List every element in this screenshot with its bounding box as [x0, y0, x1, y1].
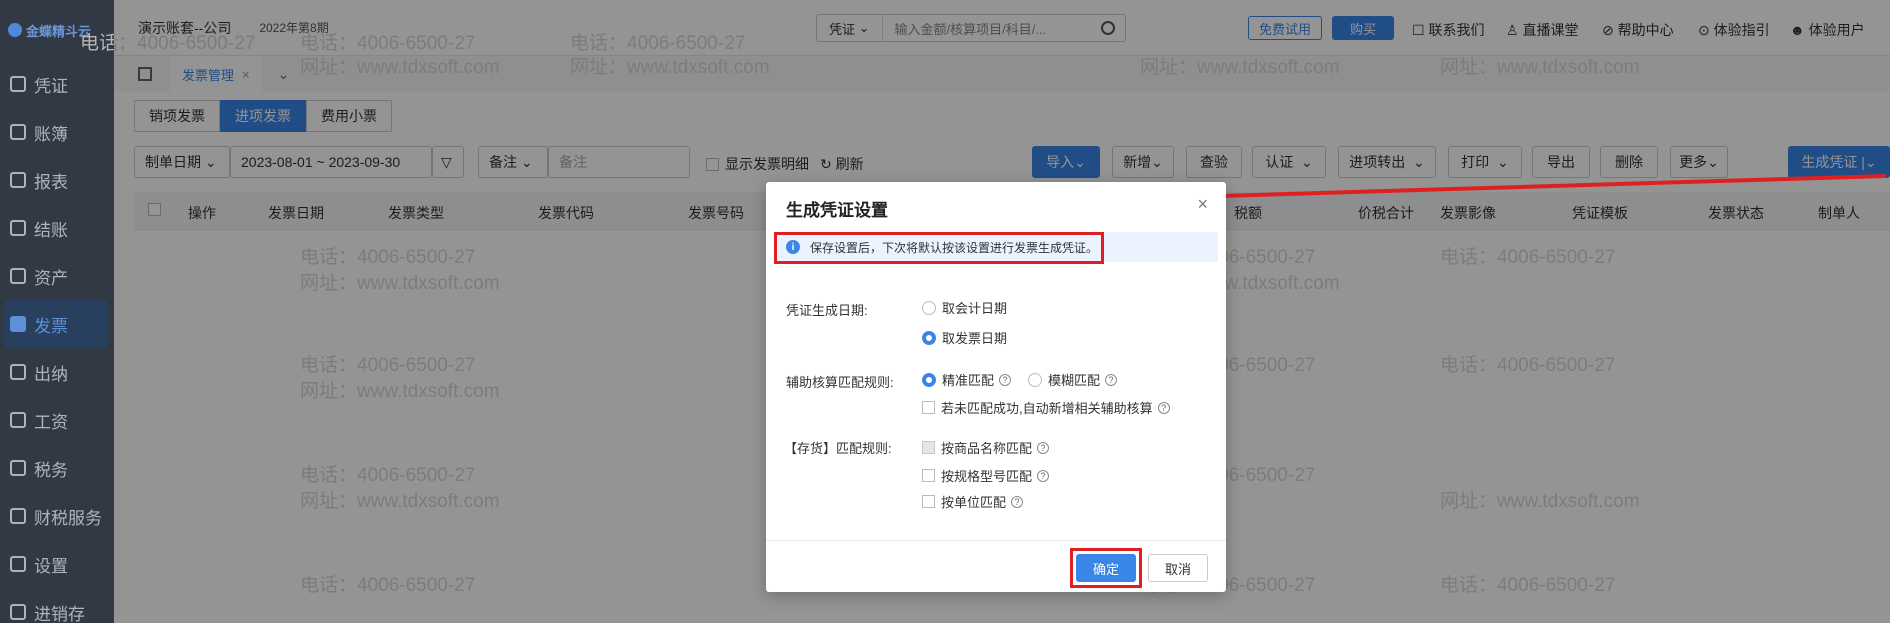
radio-label: 取发票日期 — [942, 331, 1008, 346]
match-by-spec-checkbox[interactable]: 按规格型号匹配? — [922, 466, 1050, 485]
inventory-match-label: 【存货】匹配规则: — [784, 441, 892, 456]
radio-label: 精准匹配 — [942, 373, 995, 388]
checkbox-label: 若未匹配成功,自动新增相关辅助核算 — [941, 401, 1153, 416]
radio-circle[interactable] — [922, 330, 936, 345]
checkbox-box[interactable] — [922, 495, 935, 508]
help-icon[interactable]: ? — [1011, 495, 1024, 508]
radio-circle[interactable] — [922, 372, 936, 387]
auto-add-aux-checkbox[interactable]: 若未匹配成功,自动新增相关辅助核算? — [922, 398, 1170, 417]
dialog-footer — [766, 540, 1226, 541]
radio-exact-match[interactable]: 精准匹配? — [922, 370, 1012, 389]
aux-match-label: 辅助核算匹配规则: — [786, 375, 894, 390]
close-icon[interactable]: × — [1197, 194, 1208, 215]
checkbox-label: 按单位匹配 — [941, 495, 1007, 510]
radio-invoice-date[interactable]: 取发票日期 — [922, 328, 1007, 347]
radio-fuzzy-match[interactable]: 模糊匹配? — [1028, 370, 1118, 389]
match-by-unit-checkbox[interactable]: 按单位匹配? — [922, 492, 1024, 511]
radio-circle[interactable] — [1028, 372, 1042, 387]
help-icon[interactable]: ? — [1157, 401, 1170, 414]
help-icon[interactable]: ? — [1037, 469, 1050, 482]
checkbox-box[interactable] — [922, 401, 935, 414]
help-icon[interactable]: ? — [1105, 373, 1118, 386]
generate-voucher-settings-dialog: 生成凭证设置 × i 保存设置后，下次将默认按该设置进行发票生成凭证。 凭证生成… — [766, 182, 1226, 592]
checkbox-label: 按商品名称匹配 — [941, 441, 1033, 456]
radio-circle[interactable] — [922, 300, 936, 315]
match-by-product-name-checkbox: 按商品名称匹配? — [922, 438, 1050, 457]
radio-accounting-date[interactable]: 取会计日期 — [922, 298, 1007, 317]
cancel-button[interactable]: 取消 — [1148, 554, 1208, 582]
voucher-date-label: 凭证生成日期: — [786, 303, 868, 318]
checkbox-box — [922, 441, 935, 454]
radio-label: 取会计日期 — [942, 301, 1008, 316]
confirm-highlight-box — [1070, 548, 1142, 588]
checkbox-box[interactable] — [922, 469, 935, 482]
radio-label: 模糊匹配 — [1048, 373, 1101, 388]
help-icon[interactable]: ? — [999, 373, 1012, 386]
dialog-title: 生成凭证设置 — [786, 201, 888, 220]
help-icon[interactable]: ? — [1037, 441, 1050, 454]
checkbox-label: 按规格型号匹配 — [941, 469, 1033, 484]
highlight-box — [774, 232, 1104, 264]
